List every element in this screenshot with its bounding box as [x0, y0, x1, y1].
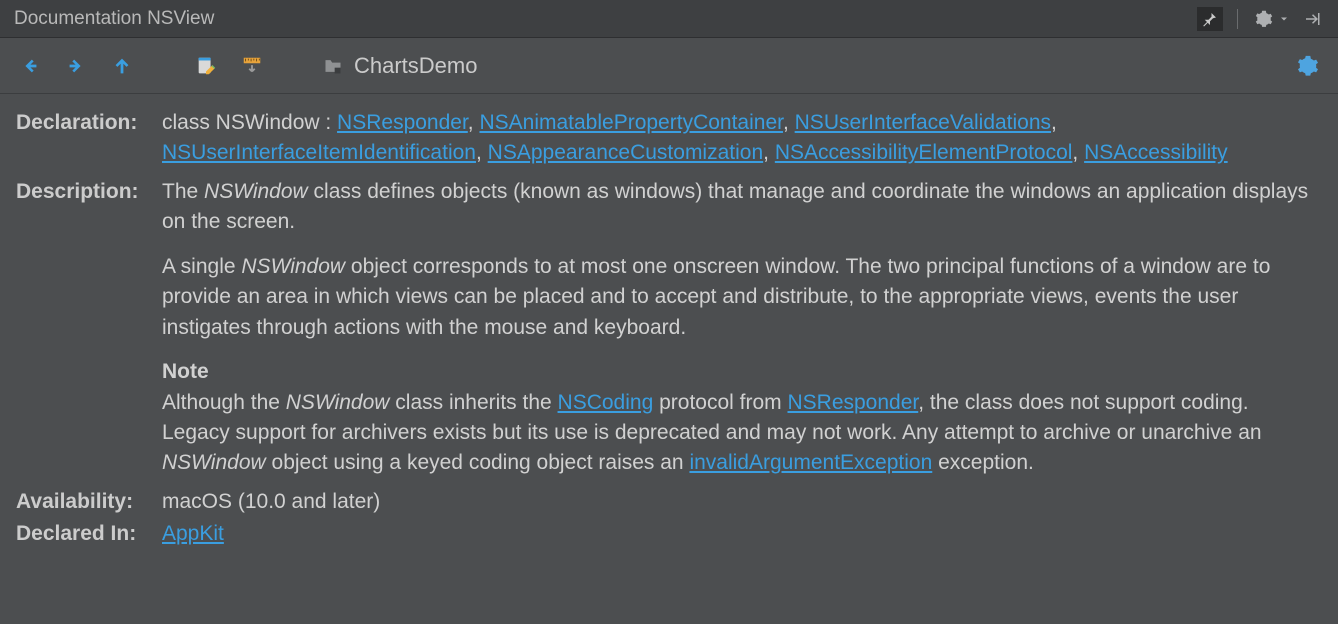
up-icon[interactable]	[108, 52, 136, 80]
description-value: The NSWindow class defines objects (know…	[162, 177, 1322, 479]
collapse-icon[interactable]	[1300, 7, 1324, 31]
declaration-row: Declaration: class NSWindow : NSResponde…	[16, 108, 1322, 169]
edit-source-icon[interactable]	[192, 52, 220, 80]
link-nsappearancecustomization[interactable]: NSAppearanceCustomization	[488, 141, 763, 164]
link-nsresponder[interactable]: NSResponder	[337, 111, 468, 134]
declaredin-row: Declared In: AppKit	[16, 519, 1322, 549]
description-row: Description: The NSWindow class defines …	[16, 177, 1322, 479]
description-note: Note Although the NSWindow class inherit…	[162, 357, 1322, 479]
folder-icon	[322, 56, 344, 76]
separator	[1237, 9, 1238, 29]
breadcrumb-label: ChartsDemo	[354, 53, 477, 79]
note-heading: Note	[162, 360, 209, 383]
titlebar-right-controls	[1197, 7, 1324, 31]
pin-icon[interactable]	[1197, 7, 1223, 31]
declaration-value: class NSWindow : NSResponder, NSAnimatab…	[162, 108, 1322, 169]
declaredin-value: AppKit	[162, 519, 1322, 549]
description-paragraph-2: A single NSWindow object corresponds to …	[162, 252, 1322, 343]
toolbar: ChartsDemo	[0, 38, 1338, 94]
declaration-label: Declaration:	[16, 108, 162, 138]
link-nsuserinterfacevalidations[interactable]: NSUserInterfaceValidations	[795, 111, 1051, 134]
description-label: Description:	[16, 177, 162, 207]
documentation-content: Declaration: class NSWindow : NSResponde…	[0, 94, 1338, 578]
declaredin-label: Declared In:	[16, 519, 162, 549]
breadcrumb[interactable]: ChartsDemo	[322, 53, 477, 79]
forward-icon[interactable]	[62, 52, 90, 80]
link-appkit[interactable]: AppKit	[162, 522, 224, 545]
link-nsuserinterfaceitemidentification[interactable]: NSUserInterfaceItemIdentification	[162, 141, 476, 164]
link-nsresponder-2[interactable]: NSResponder	[787, 391, 918, 414]
gear-icon[interactable]	[1252, 7, 1276, 31]
availability-row: Availability: macOS (10.0 and later)	[16, 487, 1322, 517]
availability-label: Availability:	[16, 487, 162, 517]
declaration-prefix: class NSWindow :	[162, 111, 337, 134]
availability-value: macOS (10.0 and later)	[162, 487, 1322, 517]
link-nsaccessibilityelementprotocol[interactable]: NSAccessibilityElementProtocol	[775, 141, 1073, 164]
back-icon[interactable]	[16, 52, 44, 80]
link-nsaccessibility[interactable]: NSAccessibility	[1084, 141, 1228, 164]
window-title: Documentation NSView	[14, 8, 1197, 30]
settings-gear-icon[interactable]	[1294, 52, 1322, 80]
title-bar: Documentation NSView	[0, 0, 1338, 38]
link-invalidargumentexception[interactable]: invalidArgumentException	[689, 451, 932, 474]
link-nscoding[interactable]: NSCoding	[558, 391, 654, 414]
ruler-down-icon[interactable]	[238, 52, 266, 80]
link-nsanimatablepropertycontainer[interactable]: NSAnimatablePropertyContainer	[479, 111, 783, 134]
chevron-down-small-icon[interactable]	[1278, 7, 1290, 31]
description-paragraph-1: The NSWindow class defines objects (know…	[162, 177, 1322, 238]
